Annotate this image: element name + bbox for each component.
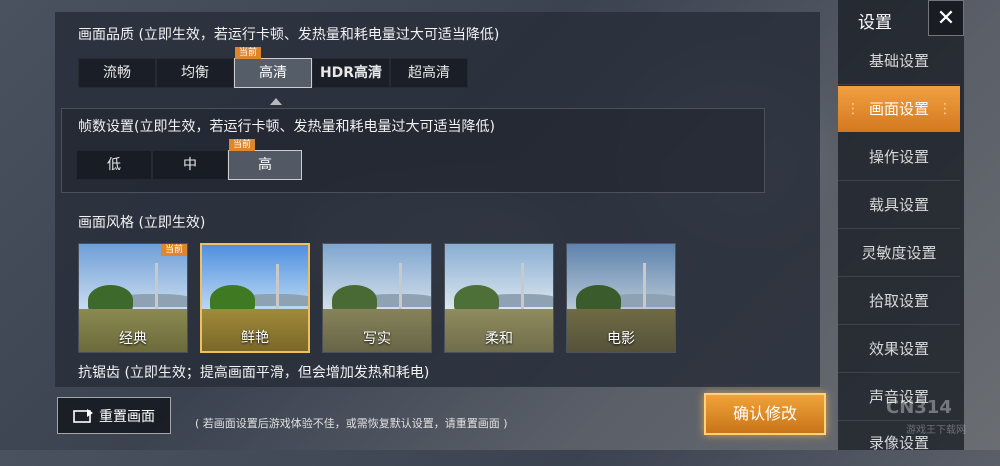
style-card-cinema[interactable]: 电影 — [566, 243, 676, 353]
settings-title: 设置 — [858, 13, 892, 33]
current-badge: 当前 — [160, 244, 187, 256]
sidebar-item-effects[interactable]: 效果设置 — [838, 326, 960, 373]
quality-option-ultra[interactable]: 超高清 — [390, 58, 468, 88]
close-button[interactable]: ✕ — [928, 0, 964, 36]
quality-title: 画面品质 (立即生效，若运行卡顿、发热量和耗电量过大可适当降低) — [78, 27, 500, 43]
style-card-realistic[interactable]: 写实 — [322, 243, 432, 353]
sidebar-item-basic[interactable]: 基础设置 — [838, 38, 960, 85]
style-label: 写实 — [363, 331, 391, 347]
sidebar-item-vehicle[interactable]: 载具设置 — [838, 182, 960, 229]
close-icon: ✕ — [936, 6, 956, 31]
style-title: 画面风格 (立即生效) — [78, 215, 206, 231]
style-card-vivid[interactable]: 鲜艳 — [200, 243, 310, 353]
pointer-arrow — [270, 98, 282, 105]
style-card-soft[interactable]: 柔和 — [444, 243, 554, 353]
sidebar-item-graphics[interactable]: 画面设置 — [838, 86, 960, 132]
reset-icon — [73, 408, 93, 423]
quality-option-hd-label: 高清 — [259, 65, 287, 81]
fps-option-low[interactable]: 低 — [76, 150, 152, 180]
fps-option-high[interactable]: 高 当前 — [228, 139, 302, 180]
style-card-classic[interactable]: 当前 经典 — [78, 243, 188, 353]
quality-option-hdr[interactable]: HDR高清 — [312, 58, 390, 88]
quality-option-smooth[interactable]: 流畅 — [78, 58, 156, 88]
style-label: 经典 — [119, 331, 147, 347]
watermark: CN314 — [886, 397, 952, 418]
style-label: 柔和 — [485, 331, 513, 347]
current-badge: 当前 — [229, 139, 256, 151]
quality-option-hd[interactable]: 高清 当前 — [234, 47, 312, 88]
quality-option-balanced[interactable]: 均衡 — [156, 58, 234, 88]
style-label: 电影 — [607, 331, 635, 347]
sidebar-item-controls[interactable]: 操作设置 — [838, 134, 960, 181]
fps-title: 帧数设置(立即生效，若运行卡顿、发热量和耗电量过大可适当降低) — [78, 119, 495, 135]
fps-option-high-label: 高 — [258, 157, 272, 173]
watermark-sub: 游戏王下载网 — [906, 425, 966, 436]
current-badge: 当前 — [235, 47, 262, 59]
style-label: 鲜艳 — [241, 330, 269, 346]
fps-option-mid[interactable]: 中 — [152, 150, 228, 180]
sidebar-item-sensitivity[interactable]: 灵敏度设置 — [838, 230, 960, 277]
sidebar-item-pickup[interactable]: 拾取设置 — [838, 278, 960, 325]
reset-note: ( 若画面设置后游戏体验不佳，或需恢复默认设置，请重置画面 ) — [195, 417, 508, 430]
antialias-title: 抗锯齿 (立即生效；提高画面平滑，但会增加发热和耗电) — [78, 365, 430, 381]
reset-label: 重置画面 — [99, 408, 155, 425]
confirm-button[interactable]: 确认修改 — [704, 393, 826, 435]
reset-graphics-button[interactable]: 重置画面 — [57, 397, 171, 434]
